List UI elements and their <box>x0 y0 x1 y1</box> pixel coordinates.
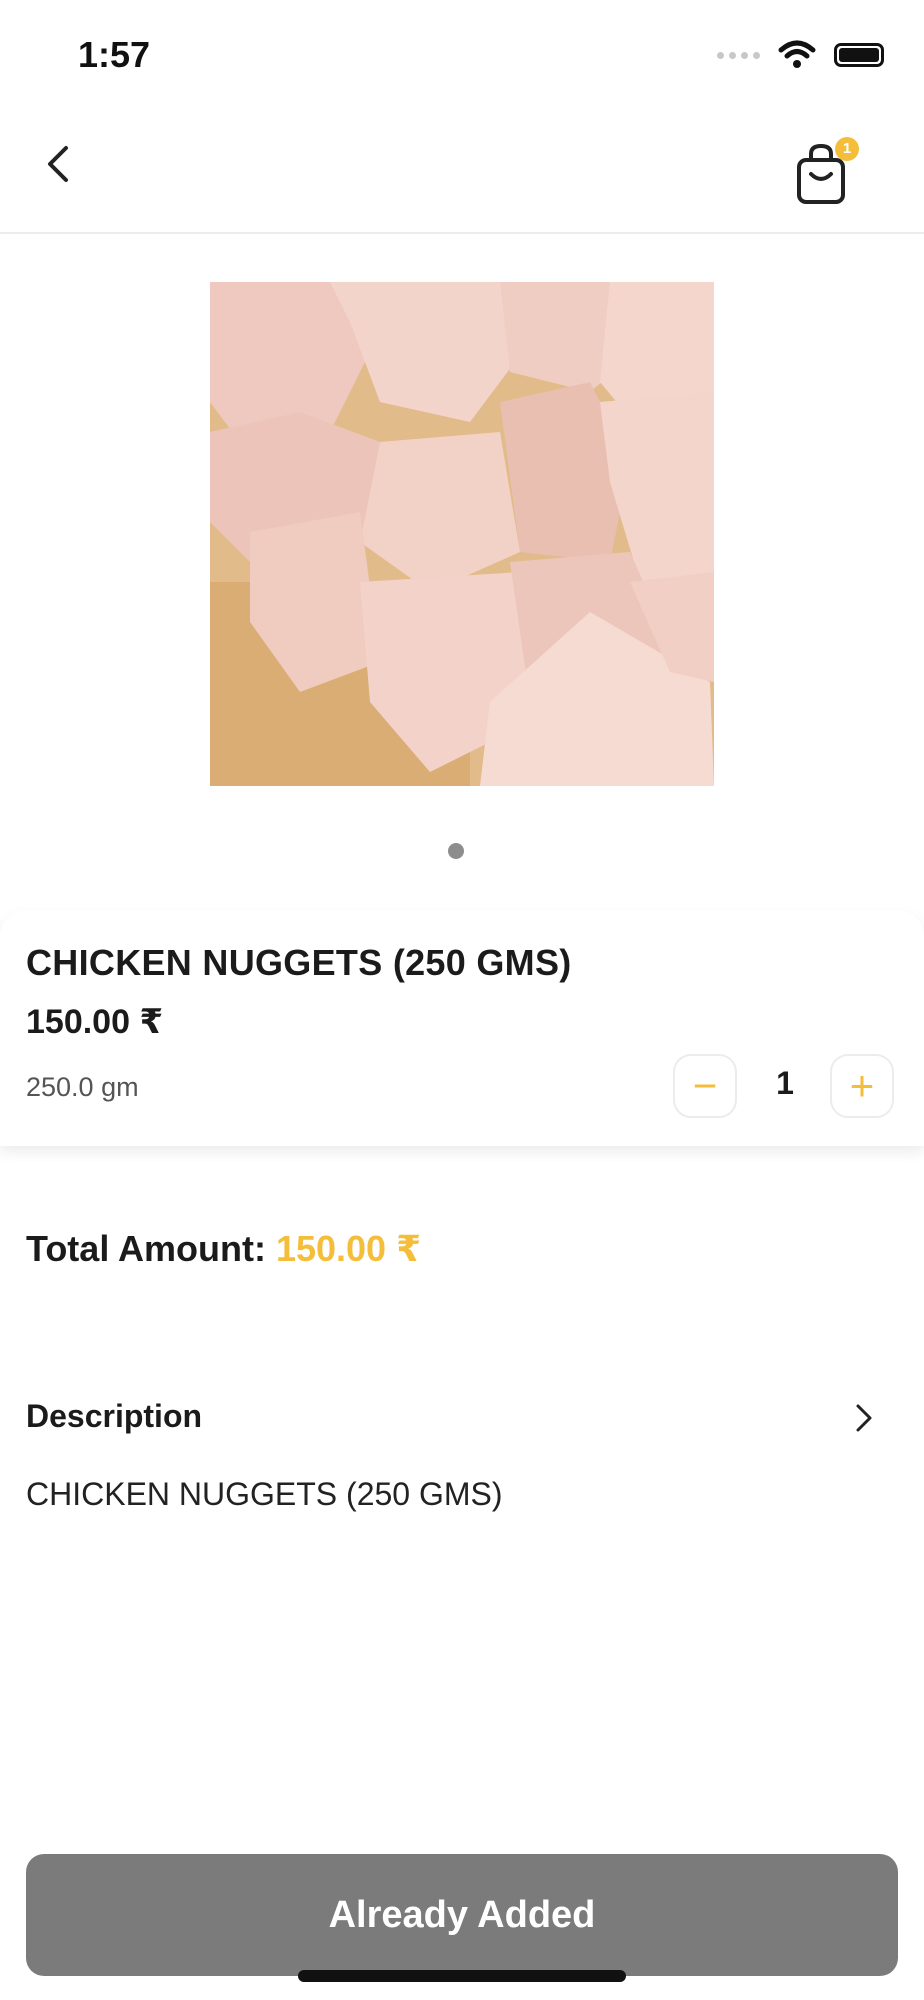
cellular-signal-icon <box>717 51 760 59</box>
description-title[interactable]: Description <box>26 1398 202 1435</box>
status-time: 1:57 <box>78 34 151 75</box>
product-weight: 250.0 gm <box>26 1072 139 1102</box>
chevron-right-icon[interactable] <box>850 1402 878 1434</box>
product-image <box>210 282 714 786</box>
already-added-button[interactable]: Already Added <box>26 1854 898 1976</box>
status-icons <box>717 40 884 70</box>
total-amount-value: 150.00 ₹ <box>275 1228 422 1269</box>
battery-icon <box>834 43 884 67</box>
carousel-dot[interactable] <box>448 843 464 859</box>
product-price: 150.00 ₹ <box>26 1003 164 1041</box>
description-text: CHICKEN NUGGETS (250 GMS) <box>26 1476 503 1512</box>
decrease-quantity-button[interactable]: − <box>673 1054 737 1118</box>
cart-count-badge: 1 <box>835 137 859 161</box>
back-arrow-icon[interactable] <box>36 140 84 188</box>
increase-quantity-button[interactable]: + <box>830 1054 894 1118</box>
quantity-value: 1 <box>776 1065 794 1101</box>
raw-chicken-cubes-photo <box>210 282 714 786</box>
product-info-card: CHICKEN NUGGETS (250 GMS) 150.00 ₹ 250.0… <box>0 910 924 1146</box>
wifi-icon <box>778 40 816 68</box>
minus-icon: − <box>692 1062 718 1109</box>
product-title: CHICKEN NUGGETS (250 GMS) <box>26 942 572 983</box>
plus-icon: + <box>849 1062 875 1109</box>
status-bar: 1:57 <box>0 0 924 110</box>
top-nav-bar <box>0 110 924 234</box>
total-amount: Total Amount: 150.00 ₹ <box>26 1228 421 1270</box>
total-amount-label: Total Amount: <box>26 1228 266 1269</box>
home-indicator <box>298 1970 626 1982</box>
